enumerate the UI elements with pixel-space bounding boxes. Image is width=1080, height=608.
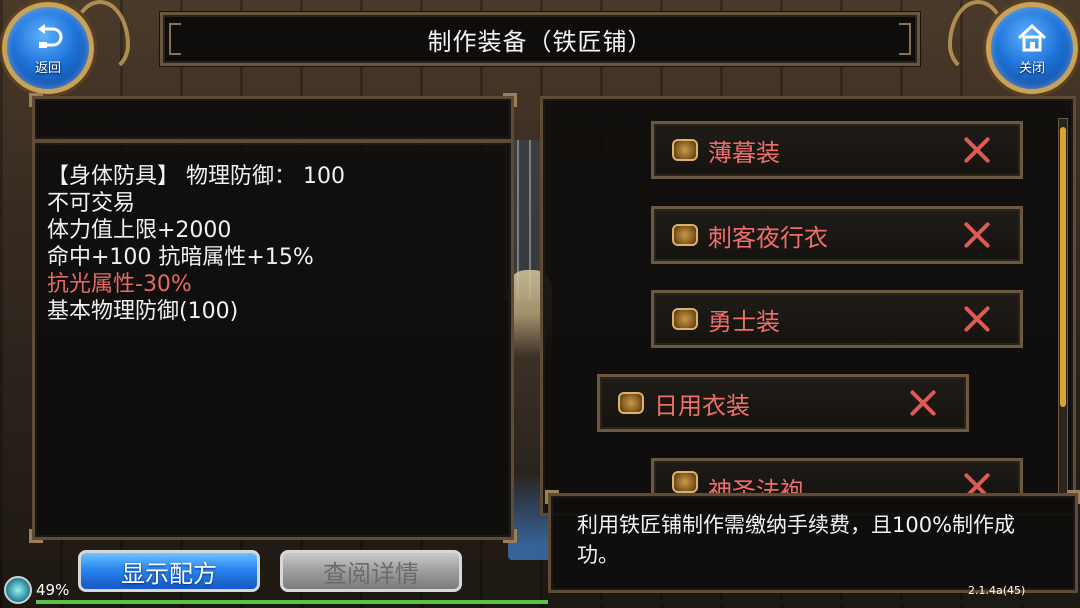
item-detail-panel: 【身体防具】 物理防御： 100 不可交易 体力值上限+2000 命中+100 … [29,140,517,543]
item-stat-line: 不可交易 [47,191,136,216]
version-label: 2.1.4a(45) [968,584,1026,597]
home-icon [1017,23,1047,51]
back-button[interactable]: 返回 [2,2,94,94]
close-button[interactable]: 关闭 [986,2,1078,94]
recipe-name: 刺客夜行衣 [708,223,828,252]
panel-corner [543,99,551,107]
back-arrow-icon [38,23,63,48]
recipe-item[interactable]: 薄暮装 [651,121,1023,179]
item-detail-header [29,93,517,142]
close-icon[interactable] [962,304,992,334]
item-stat-line: 基本物理防御(100) [47,299,239,324]
recipe-item[interactable]: 神圣法袍 [651,458,1023,498]
info-text: 利用铁匠铺制作需缴纳手续费，且100%制作成功。 [577,513,1016,567]
recipe-item[interactable]: 刺客夜行衣 [651,206,1023,264]
item-stat-line: 体力值上限+2000 [47,218,232,243]
scroll-icon [672,471,698,493]
panel-corner [1067,490,1080,504]
panel-corner [503,93,517,107]
item-description: 【身体防具】 物理防御： 100 不可交易 体力值上限+2000 命中+100 … [47,163,345,325]
back-label: 返回 [34,60,61,76]
scroll-icon [672,139,698,161]
item-stat-line: 命中+100 抗暗属性+15% [47,245,314,270]
item-stat-line: 【身体防具】 物理防御： 100 [47,164,345,189]
info-panel: 利用铁匠铺制作需缴纳手续费，且100%制作成功。 [545,490,1080,593]
show-recipe-button[interactable]: 显示配方 [78,550,260,592]
close-icon[interactable] [962,220,992,250]
close-label: 关闭 [1018,60,1045,76]
panel-corner [503,529,517,543]
recipe-item-selected[interactable]: 日用衣装 [597,374,969,432]
panel-corner [545,490,559,504]
page-title: 制作装备（铁匠铺） [427,27,653,56]
item-stat-line-negative: 抗光属性-30% [47,272,192,297]
recipe-name: 勇士装 [708,307,780,336]
panel-corner [29,93,43,107]
title-bar: 制作装备（铁匠铺） [160,12,920,66]
scroll-icon [672,224,698,246]
recipe-name: 日用衣装 [654,391,750,420]
recipe-list-scrollbar[interactable] [1058,118,1068,498]
close-icon[interactable] [908,388,938,418]
close-icon[interactable] [962,135,992,165]
panel-corner [29,529,43,543]
view-details-button[interactable]: 查阅详情 [280,550,462,592]
scroll-icon [672,308,698,330]
recipe-name: 薄暮装 [708,138,780,167]
status-orb-icon [4,576,32,604]
scroll-thumb[interactable] [1060,127,1066,407]
progress-fill [36,600,548,604]
battery-percent: 49% [36,581,70,599]
panel-corner [1065,99,1073,107]
progress-bar [36,600,1080,604]
recipe-item[interactable]: 勇士装 [651,290,1023,348]
scroll-icon [618,392,644,414]
